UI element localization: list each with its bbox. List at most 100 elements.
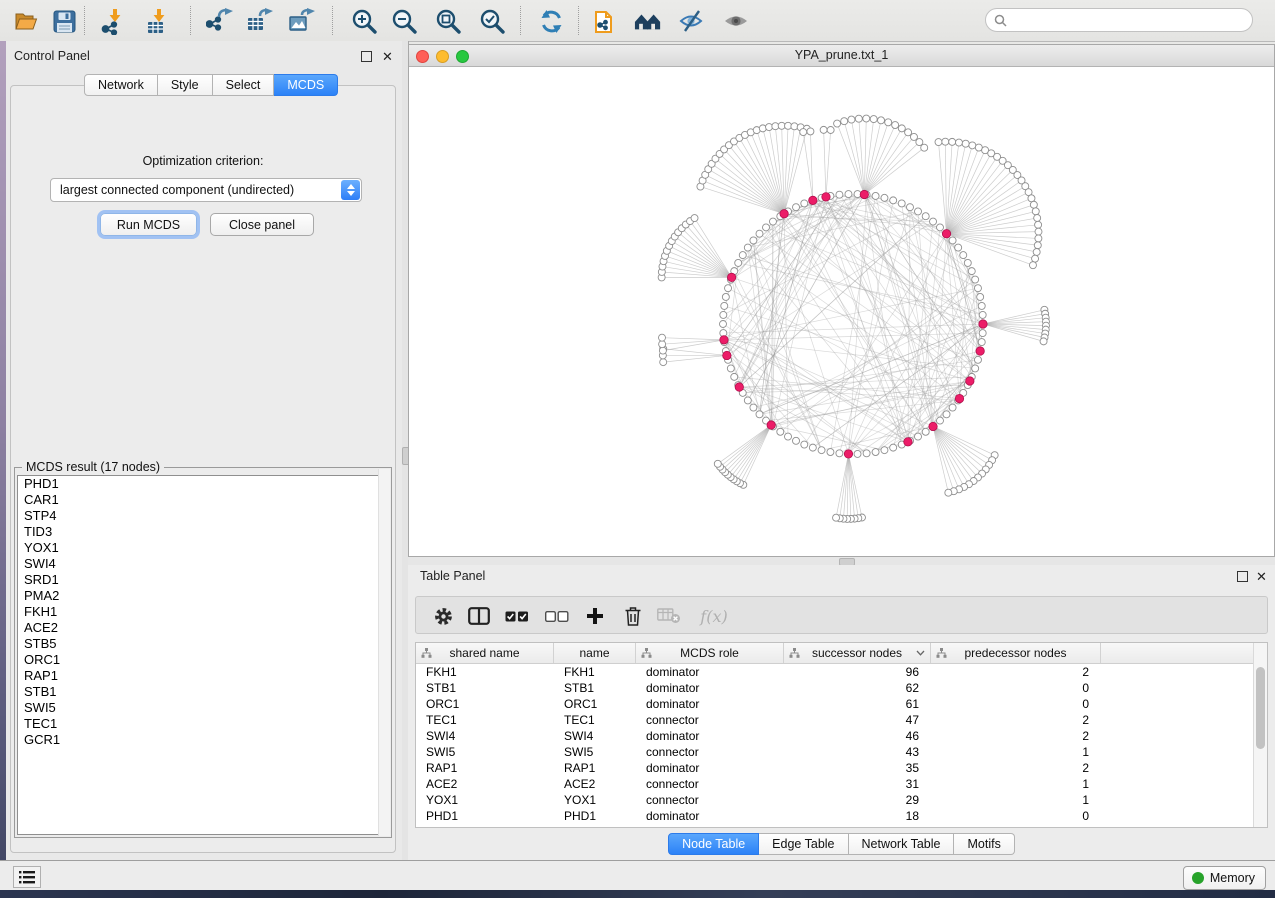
- zoom-fit-icon[interactable]: [434, 7, 462, 35]
- table-row[interactable]: YOX1YOX1connector291: [416, 792, 1254, 808]
- tab-network[interactable]: Network: [84, 74, 158, 96]
- network-manager-icon[interactable]: [634, 7, 662, 35]
- mcds-result-item[interactable]: STP4: [18, 508, 388, 524]
- tab-node-table[interactable]: Node Table: [668, 833, 759, 855]
- import-network-icon[interactable]: [100, 7, 128, 35]
- table-row[interactable]: STB1STB1dominator620: [416, 680, 1254, 696]
- delete-column-icon[interactable]: [620, 603, 646, 629]
- mcds-result-item[interactable]: SWI4: [18, 556, 388, 572]
- table-row[interactable]: PHD1PHD1dominator180: [416, 808, 1254, 824]
- hide-panel-icon[interactable]: [678, 7, 706, 35]
- column-header-successor-nodes[interactable]: successor nodes: [784, 643, 931, 663]
- table-row[interactable]: TEC1TEC1connector472: [416, 712, 1254, 728]
- table-toolbar: f(x): [415, 596, 1268, 634]
- mcds-result-title: MCDS result (17 nodes): [22, 460, 164, 474]
- close-panel-icon[interactable]: ✕: [1256, 571, 1267, 582]
- mcds-result-item[interactable]: RAP1: [18, 668, 388, 684]
- criterion-dropdown[interactable]: largest connected component (undirected): [50, 178, 362, 202]
- export-network-icon[interactable]: [206, 7, 234, 35]
- gear-icon[interactable]: [430, 603, 456, 629]
- mcds-result-item[interactable]: CAR1: [18, 492, 388, 508]
- network-window: YPA_prune.txt_1: [408, 44, 1275, 557]
- node-table-header: shared namenameMCDS rolesuccessor nodesp…: [416, 643, 1254, 664]
- column-header-name[interactable]: name: [554, 643, 636, 663]
- table-row[interactable]: SWI4SWI4dominator462: [416, 728, 1254, 744]
- scrollbar-thumb[interactable]: [1256, 667, 1265, 749]
- table-scrollbar[interactable]: [1253, 643, 1267, 827]
- mcds-result-item[interactable]: STB5: [18, 636, 388, 652]
- chevron-down-icon: [916, 650, 925, 656]
- tab-motifs[interactable]: Motifs: [954, 833, 1014, 855]
- refresh-layout-icon[interactable]: [537, 7, 565, 35]
- open-file-icon[interactable]: [12, 7, 40, 35]
- mcds-result-item[interactable]: TEC1: [18, 716, 388, 732]
- import-table-icon[interactable]: [144, 7, 172, 35]
- cytoscape-app: Control Panel ✕ Optimization criterion: …: [0, 0, 1275, 898]
- control-panel-title: Control Panel: [14, 49, 90, 63]
- column-header-shared-name[interactable]: shared name: [416, 643, 554, 663]
- run-mcds-button[interactable]: Run MCDS: [100, 213, 197, 236]
- table-row[interactable]: SWI5SWI5connector431: [416, 744, 1254, 760]
- memory-button[interactable]: Memory: [1183, 866, 1266, 890]
- table-panel-tabs: Node Table Edge Table Network Table Moti…: [408, 833, 1275, 855]
- desktop-wallpaper-bottom: [0, 890, 1275, 898]
- export-table-icon[interactable]: [246, 7, 274, 35]
- mcds-result-item[interactable]: TID3: [18, 524, 388, 540]
- network-graph[interactable]: [409, 66, 1274, 557]
- search-icon: [994, 14, 1007, 27]
- table-row[interactable]: ORC1ORC1dominator610: [416, 696, 1254, 712]
- mcds-result-item[interactable]: PHD1: [18, 476, 388, 492]
- tab-mcds[interactable]: MCDS: [274, 74, 338, 96]
- table-row[interactable]: RAP1RAP1dominator352: [416, 760, 1254, 776]
- function-builder-icon[interactable]: f(x): [694, 603, 734, 629]
- toolbar-separator: [190, 6, 191, 35]
- mcds-result-item[interactable]: FKH1: [18, 604, 388, 620]
- toolbar-separator: [84, 6, 85, 35]
- search-field[interactable]: [985, 8, 1253, 32]
- tab-edge-table[interactable]: Edge Table: [759, 833, 848, 855]
- deselect-all-icon[interactable]: [544, 603, 570, 629]
- mcds-result-scrollbar[interactable]: [378, 469, 390, 836]
- zoom-in-icon[interactable]: [350, 7, 378, 35]
- tab-style[interactable]: Style: [158, 74, 213, 96]
- table-row[interactable]: FKH1FKH1dominator962: [416, 664, 1254, 680]
- table-row[interactable]: ACE2ACE2connector311: [416, 776, 1254, 792]
- float-panel-icon[interactable]: [1237, 571, 1248, 582]
- memory-label: Memory: [1210, 871, 1255, 885]
- mcds-result-item[interactable]: SWI5: [18, 700, 388, 716]
- network-window-titlebar[interactable]: YPA_prune.txt_1: [409, 45, 1274, 67]
- float-panel-icon[interactable]: [361, 51, 372, 62]
- horizontal-splitter[interactable]: [408, 557, 1275, 565]
- mcds-result-item[interactable]: ORC1: [18, 652, 388, 668]
- node-table: shared namenameMCDS rolesuccessor nodesp…: [415, 642, 1268, 828]
- mcds-result-item[interactable]: STB1: [18, 684, 388, 700]
- toolbar-separator: [332, 6, 333, 35]
- zoom-out-icon[interactable]: [390, 7, 418, 35]
- mcds-result-list[interactable]: PHD1CAR1STP4TID3YOX1SWI4SRD1PMA2FKH1ACE2…: [17, 475, 389, 835]
- mcds-result-item[interactable]: ACE2: [18, 620, 388, 636]
- columns-icon[interactable]: [466, 603, 492, 629]
- show-panel-icon[interactable]: [722, 7, 750, 35]
- save-session-icon[interactable]: [50, 7, 78, 35]
- delete-table-icon[interactable]: [656, 603, 682, 629]
- tab-network-table[interactable]: Network Table: [849, 833, 955, 855]
- close-panel-button[interactable]: Close panel: [210, 213, 314, 236]
- tab-select[interactable]: Select: [213, 74, 275, 96]
- column-header-predecessor-nodes[interactable]: predecessor nodes: [931, 643, 1101, 663]
- mcds-result-item[interactable]: GCR1: [18, 732, 388, 748]
- search-input[interactable]: [1012, 12, 1244, 28]
- new-session-icon[interactable]: [592, 7, 620, 35]
- dropdown-stepper-icon: [341, 180, 360, 200]
- column-header-MCDS-role[interactable]: MCDS role: [636, 643, 784, 663]
- select-all-icon[interactable]: [504, 603, 530, 629]
- close-panel-icon[interactable]: ✕: [382, 51, 393, 62]
- mcds-result-item[interactable]: YOX1: [18, 540, 388, 556]
- toolbar-separator: [520, 6, 521, 35]
- node-table-body: FKH1FKH1dominator962STB1STB1dominator620…: [416, 664, 1254, 827]
- mcds-result-item[interactable]: PMA2: [18, 588, 388, 604]
- add-column-icon[interactable]: [582, 603, 608, 629]
- task-history-button[interactable]: [13, 866, 41, 888]
- mcds-result-item[interactable]: SRD1: [18, 572, 388, 588]
- export-image-icon[interactable]: [288, 7, 316, 35]
- zoom-selected-icon[interactable]: [478, 7, 506, 35]
